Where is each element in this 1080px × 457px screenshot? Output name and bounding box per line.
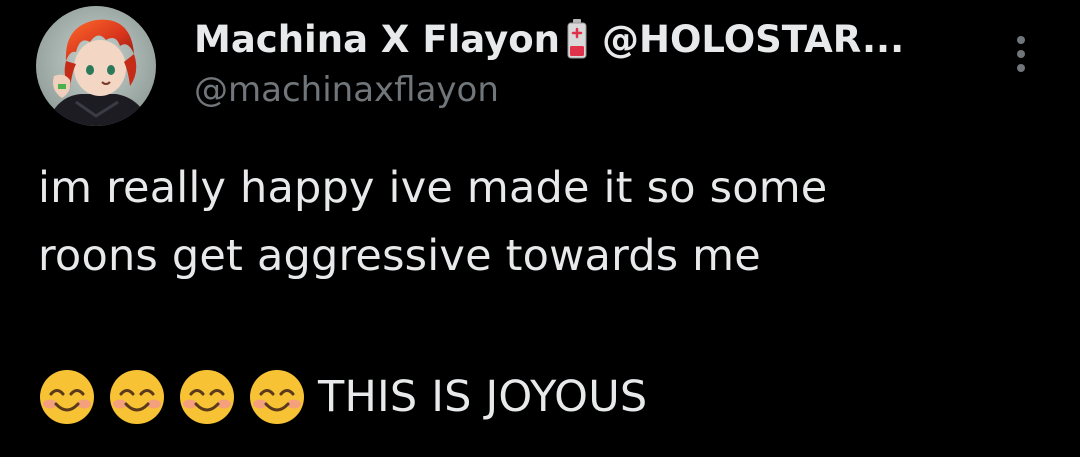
avatar-image	[36, 6, 156, 126]
tweet-text-line-2: roons get aggressive towards me	[38, 231, 761, 281]
more-dot	[1017, 36, 1025, 44]
avatar[interactable]	[36, 6, 156, 126]
tweet-text-line-1: im really happy ive made it so some	[38, 163, 828, 213]
tweet-text-joyous: THIS IS JOYOUS	[318, 372, 648, 422]
smiling-face-with-smiling-eyes-icon	[38, 368, 96, 426]
author-name-row: Machina X Flayon @HOLOSTAR...	[194, 14, 904, 64]
tweet: Machina X Flayon @HOLOSTAR... @machinaxf…	[0, 0, 1080, 457]
author-display-name[interactable]: Machina X Flayon	[194, 18, 560, 61]
battery-low-icon	[566, 18, 588, 60]
smiling-face-with-smiling-eyes-icon	[108, 368, 166, 426]
author-username[interactable]: @machinaxflayon	[194, 70, 499, 110]
smiling-face-with-smiling-eyes-icon	[178, 368, 236, 426]
more-dot	[1017, 50, 1025, 58]
tweet-text-line-3: THIS IS JOYOUS	[38, 368, 647, 426]
more-dot	[1017, 64, 1025, 72]
more-vertical-icon[interactable]	[1004, 30, 1038, 78]
author-name-suffix: @HOLOSTAR...	[602, 17, 905, 61]
smiling-face-with-smiling-eyes-icon	[248, 368, 306, 426]
